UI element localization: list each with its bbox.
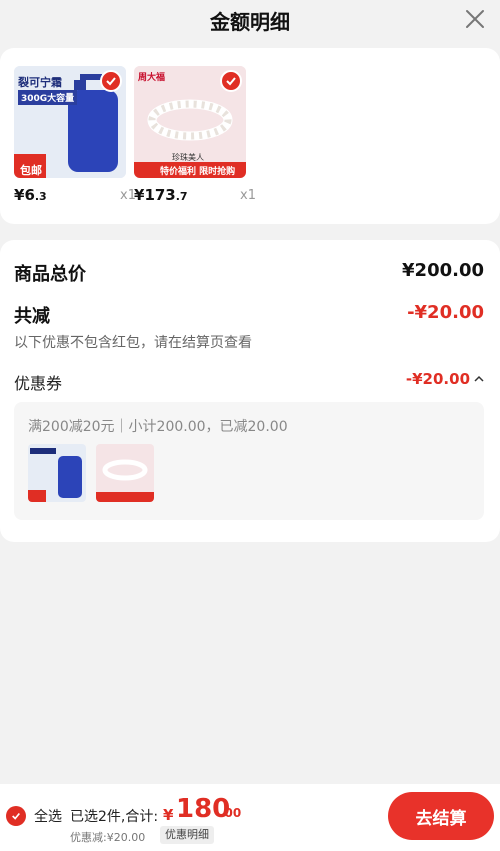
selected-count: 已选2件,合计: <box>70 809 159 825</box>
bottom-bar: 全选 已选2件,合计: ¥ 180 .00 优惠减:¥20.00 优惠明细 去结… <box>0 784 500 851</box>
note-row: 以下优惠不包含红包，请在结算页查看 <box>14 332 484 352</box>
summary-card: 商品总价 ¥200.00 共减 -¥20.00 以下优惠不包含红包，请在结算页查… <box>0 240 500 542</box>
reduction-label: 共减 <box>14 306 50 327</box>
coupon-row[interactable]: 优惠券 -¥20.00 <box>14 370 484 393</box>
price-int: 173 <box>144 186 176 204</box>
product-badge-text: 300G大容量 <box>18 90 78 105</box>
coupon-product-thumb <box>28 444 86 502</box>
price-currency: ¥ <box>14 186 25 204</box>
chevron-up-icon[interactable] <box>474 374 484 384</box>
total-value: ¥200.00 <box>402 260 484 281</box>
select-all-label[interactable]: 全选 <box>34 806 62 826</box>
total-amount-dec: .00 <box>220 806 242 820</box>
price-row: ¥6.3 x1 <box>14 186 136 208</box>
product-price: ¥173.7 <box>134 186 188 204</box>
discount-text: 优惠减:¥20.00 <box>70 831 146 844</box>
price-dec: .3 <box>34 190 47 203</box>
coupon-value: -¥20.00 <box>405 370 470 388</box>
product-badge-text: 包邮 <box>20 164 42 177</box>
product-image[interactable]: 周大福 珍珠美人 特价福利 限时抢购 <box>134 66 246 178</box>
price-row: ¥173.7 x1 <box>134 186 256 208</box>
checked-icon[interactable] <box>220 70 242 92</box>
product-qty: x1 <box>240 188 256 203</box>
coupon-detail-box: 满200减20元｜小计200.00，已减20.00 <box>14 402 484 520</box>
checkout-button[interactable]: 去结算 <box>388 792 494 840</box>
total-currency: ¥ <box>163 806 174 824</box>
reduction-note: 以下优惠不包含红包，请在结算页查看 <box>14 335 252 351</box>
lotion-bottle-image <box>28 444 86 502</box>
coupon-desc: 满200减20元｜小计200.00，已减20.00 <box>28 419 288 435</box>
price-currency: ¥ <box>134 186 145 204</box>
reduction-value: -¥20.00 <box>407 302 484 323</box>
products-card: 裂可宁霜 300G大容量 包邮 ¥6.3 x1 周大福 珍珠美人 特价福利 限时… <box>0 48 500 224</box>
coupon-label: 优惠券 <box>14 374 63 393</box>
product-price: ¥6.3 <box>14 186 47 204</box>
product-badge-text: 裂可宁霜 <box>18 76 62 89</box>
close-icon[interactable] <box>462 6 488 32</box>
product-brand-text: 周大福 <box>138 73 166 83</box>
total-label: 商品总价 <box>14 264 86 285</box>
product-image[interactable]: 裂可宁霜 300G大容量 包邮 <box>14 66 126 178</box>
product-badge-text: 特价福利 限时抢购 <box>160 167 236 177</box>
page-title: 金额明细 <box>210 10 290 34</box>
header: 金额明细 <box>0 0 500 40</box>
coupon-product-thumb <box>96 444 154 502</box>
reduction-row: 共减 -¥20.00 <box>14 302 484 327</box>
product-badge-text: 珍珠美人 <box>172 153 204 162</box>
coupon-value-group[interactable]: -¥20.00 <box>406 370 484 388</box>
select-all-checkbox[interactable] <box>6 806 26 826</box>
product-item[interactable]: 周大福 珍珠美人 特价福利 限时抢购 ¥173.7 x1 <box>134 66 256 204</box>
discount-detail-button[interactable]: 优惠明细 <box>160 826 214 844</box>
checked-icon[interactable] <box>100 70 122 92</box>
pearl-bracelet-image <box>96 444 154 502</box>
price-int: 6 <box>24 186 35 204</box>
total-row: 商品总价 ¥200.00 <box>14 260 484 285</box>
product-item[interactable]: 裂可宁霜 300G大容量 包邮 ¥6.3 x1 <box>14 66 136 204</box>
price-dec: .7 <box>175 190 188 203</box>
